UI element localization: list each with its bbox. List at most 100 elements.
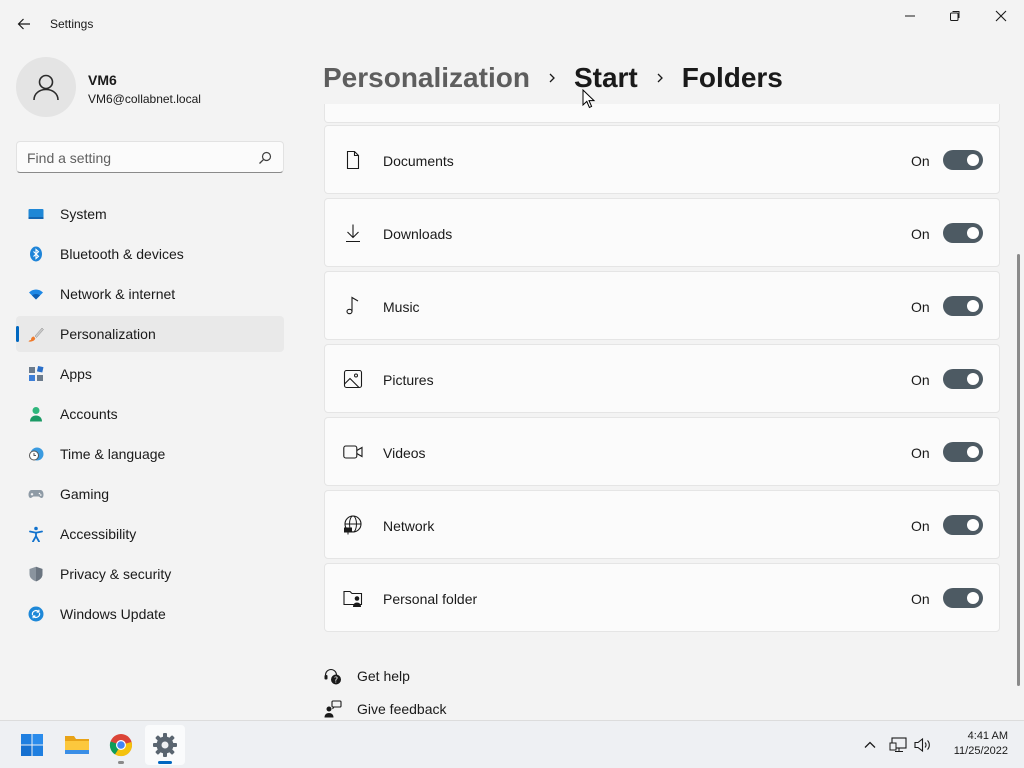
apps-icon <box>29 366 44 381</box>
folder-label: Music <box>383 299 420 315</box>
app-title: Settings <box>50 17 94 31</box>
user-profile[interactable]: VM6 VM6@collabnet.local <box>16 57 286 119</box>
sidebar-item-label: Privacy & security <box>60 566 172 582</box>
active-indicator <box>158 761 172 764</box>
music-note-icon <box>346 296 359 315</box>
taskbar-clock[interactable]: 4:41 AM 11/25/2022 <box>940 729 1008 759</box>
folder-row-network: Network On <box>324 490 1000 559</box>
video-camera-icon <box>343 445 363 459</box>
sidebar-item-label: Apps <box>60 366 92 382</box>
settings-taskbar-button[interactable] <box>145 725 185 765</box>
give-feedback-link[interactable]: Give feedback <box>324 699 464 719</box>
search-box[interactable] <box>16 141 284 173</box>
give-feedback-label: Give feedback <box>357 701 447 717</box>
toggle-state-label: On <box>911 372 930 388</box>
sidebar-item-apps[interactable]: Apps <box>16 356 284 392</box>
folder-row-pictures: Pictures On <box>324 344 1000 413</box>
scrolled-card-edge <box>324 104 1000 123</box>
toggle-state-label: On <box>911 591 930 607</box>
pictures-toggle[interactable] <box>943 369 983 389</box>
toggle-knob <box>967 154 979 166</box>
sidebar-item-accessibility[interactable]: Accessibility <box>16 516 284 552</box>
get-help-label: Get help <box>357 668 410 684</box>
sidebar-item-personalization[interactable]: Personalization <box>16 316 284 352</box>
search-input[interactable] <box>27 149 247 167</box>
sidebar-nav: System Bluetooth & devices Network & int… <box>16 196 284 636</box>
sidebar-item-bluetooth[interactable]: Bluetooth & devices <box>16 236 284 272</box>
network-status-button[interactable] <box>888 735 908 755</box>
personal-folder-toggle[interactable] <box>943 588 983 608</box>
folder-label: Network <box>383 518 435 534</box>
folder-row-personal-folder: Personal folder On <box>324 563 1000 632</box>
sidebar-item-accounts[interactable]: Accounts <box>16 396 284 432</box>
folder-label: Personal folder <box>383 591 478 607</box>
volume-icon <box>914 737 930 753</box>
sidebar-item-network[interactable]: Network & internet <box>16 276 284 312</box>
toggle-state-label: On <box>911 518 930 534</box>
music-toggle[interactable] <box>943 296 983 316</box>
clock-date: 11/25/2022 <box>953 745 1008 757</box>
toggle-knob <box>967 519 979 531</box>
update-icon <box>28 606 44 622</box>
personal-folder-icon <box>343 590 363 607</box>
sidebar-item-label: Windows Update <box>60 606 166 622</box>
document-icon <box>346 150 360 170</box>
page-title: Folders <box>681 62 783 93</box>
documents-toggle[interactable] <box>943 150 983 170</box>
title-bar: Settings <box>0 0 1024 48</box>
minimize-button[interactable] <box>887 0 933 32</box>
toggle-state-label: On <box>911 153 930 169</box>
sidebar-item-label: Time & language <box>60 446 166 462</box>
folder-row-music: Music On <box>324 271 1000 340</box>
close-button[interactable] <box>978 0 1024 32</box>
chrome-icon <box>109 734 132 757</box>
chevron-up-icon <box>864 741 876 748</box>
get-help-link[interactable]: ? Get help <box>324 666 464 686</box>
help-icon: ? <box>324 669 341 685</box>
arrow-left-icon <box>17 18 30 30</box>
mouse-cursor-icon <box>582 89 596 109</box>
folder-label: Downloads <box>383 226 453 242</box>
user-email: VM6@collabnet.local <box>88 92 201 106</box>
toggle-knob <box>967 227 979 239</box>
globe-network-icon <box>344 515 362 535</box>
wifi-icon <box>29 289 43 300</box>
sidebar-item-windows-update[interactable]: Windows Update <box>16 596 284 632</box>
maximize-icon <box>950 11 960 21</box>
search-icon[interactable] <box>257 150 273 166</box>
sidebar-item-label: Accessibility <box>60 526 137 542</box>
folder-row-videos: Videos On <box>324 417 1000 486</box>
start-button[interactable] <box>12 725 52 765</box>
clock-globe-icon <box>29 447 44 461</box>
sidebar-item-system[interactable]: System <box>16 196 284 232</box>
downloads-toggle[interactable] <box>943 223 983 243</box>
sidebar-item-gaming[interactable]: Gaming <box>16 476 284 512</box>
chrome-button[interactable] <box>101 725 141 765</box>
brush-icon <box>28 327 44 342</box>
scrollbar-thumb[interactable] <box>1017 254 1020 686</box>
file-explorer-button[interactable] <box>57 725 97 765</box>
shield-icon <box>29 566 43 582</box>
show-hidden-icons-button[interactable] <box>860 735 880 755</box>
network-toggle[interactable] <box>943 515 983 535</box>
user-name: VM6 <box>88 72 117 88</box>
breadcrumb-item-personalization[interactable]: Personalization <box>323 62 530 94</box>
breadcrumb: Personalization Start Folders <box>323 58 783 98</box>
person-avatar-icon <box>33 74 59 101</box>
folder-row-documents: Documents On <box>324 125 1000 194</box>
back-button[interactable] <box>8 8 40 40</box>
breadcrumb-separator <box>638 72 682 84</box>
sidebar-item-time-language[interactable]: Time & language <box>16 436 284 472</box>
folder-label: Videos <box>383 445 426 461</box>
sidebar-item-label: Gaming <box>60 486 110 502</box>
toggle-state-label: On <box>911 226 930 242</box>
bluetooth-icon <box>30 246 42 262</box>
sidebar-item-privacy-security[interactable]: Privacy & security <box>16 556 284 592</box>
breadcrumb-separator <box>530 72 574 84</box>
folder-row-downloads: Downloads On <box>324 198 1000 267</box>
videos-toggle[interactable] <box>943 442 983 462</box>
gamepad-icon <box>28 490 44 498</box>
maximize-button[interactable] <box>932 0 978 32</box>
volume-button[interactable] <box>913 735 933 755</box>
toggle-knob <box>967 300 979 312</box>
